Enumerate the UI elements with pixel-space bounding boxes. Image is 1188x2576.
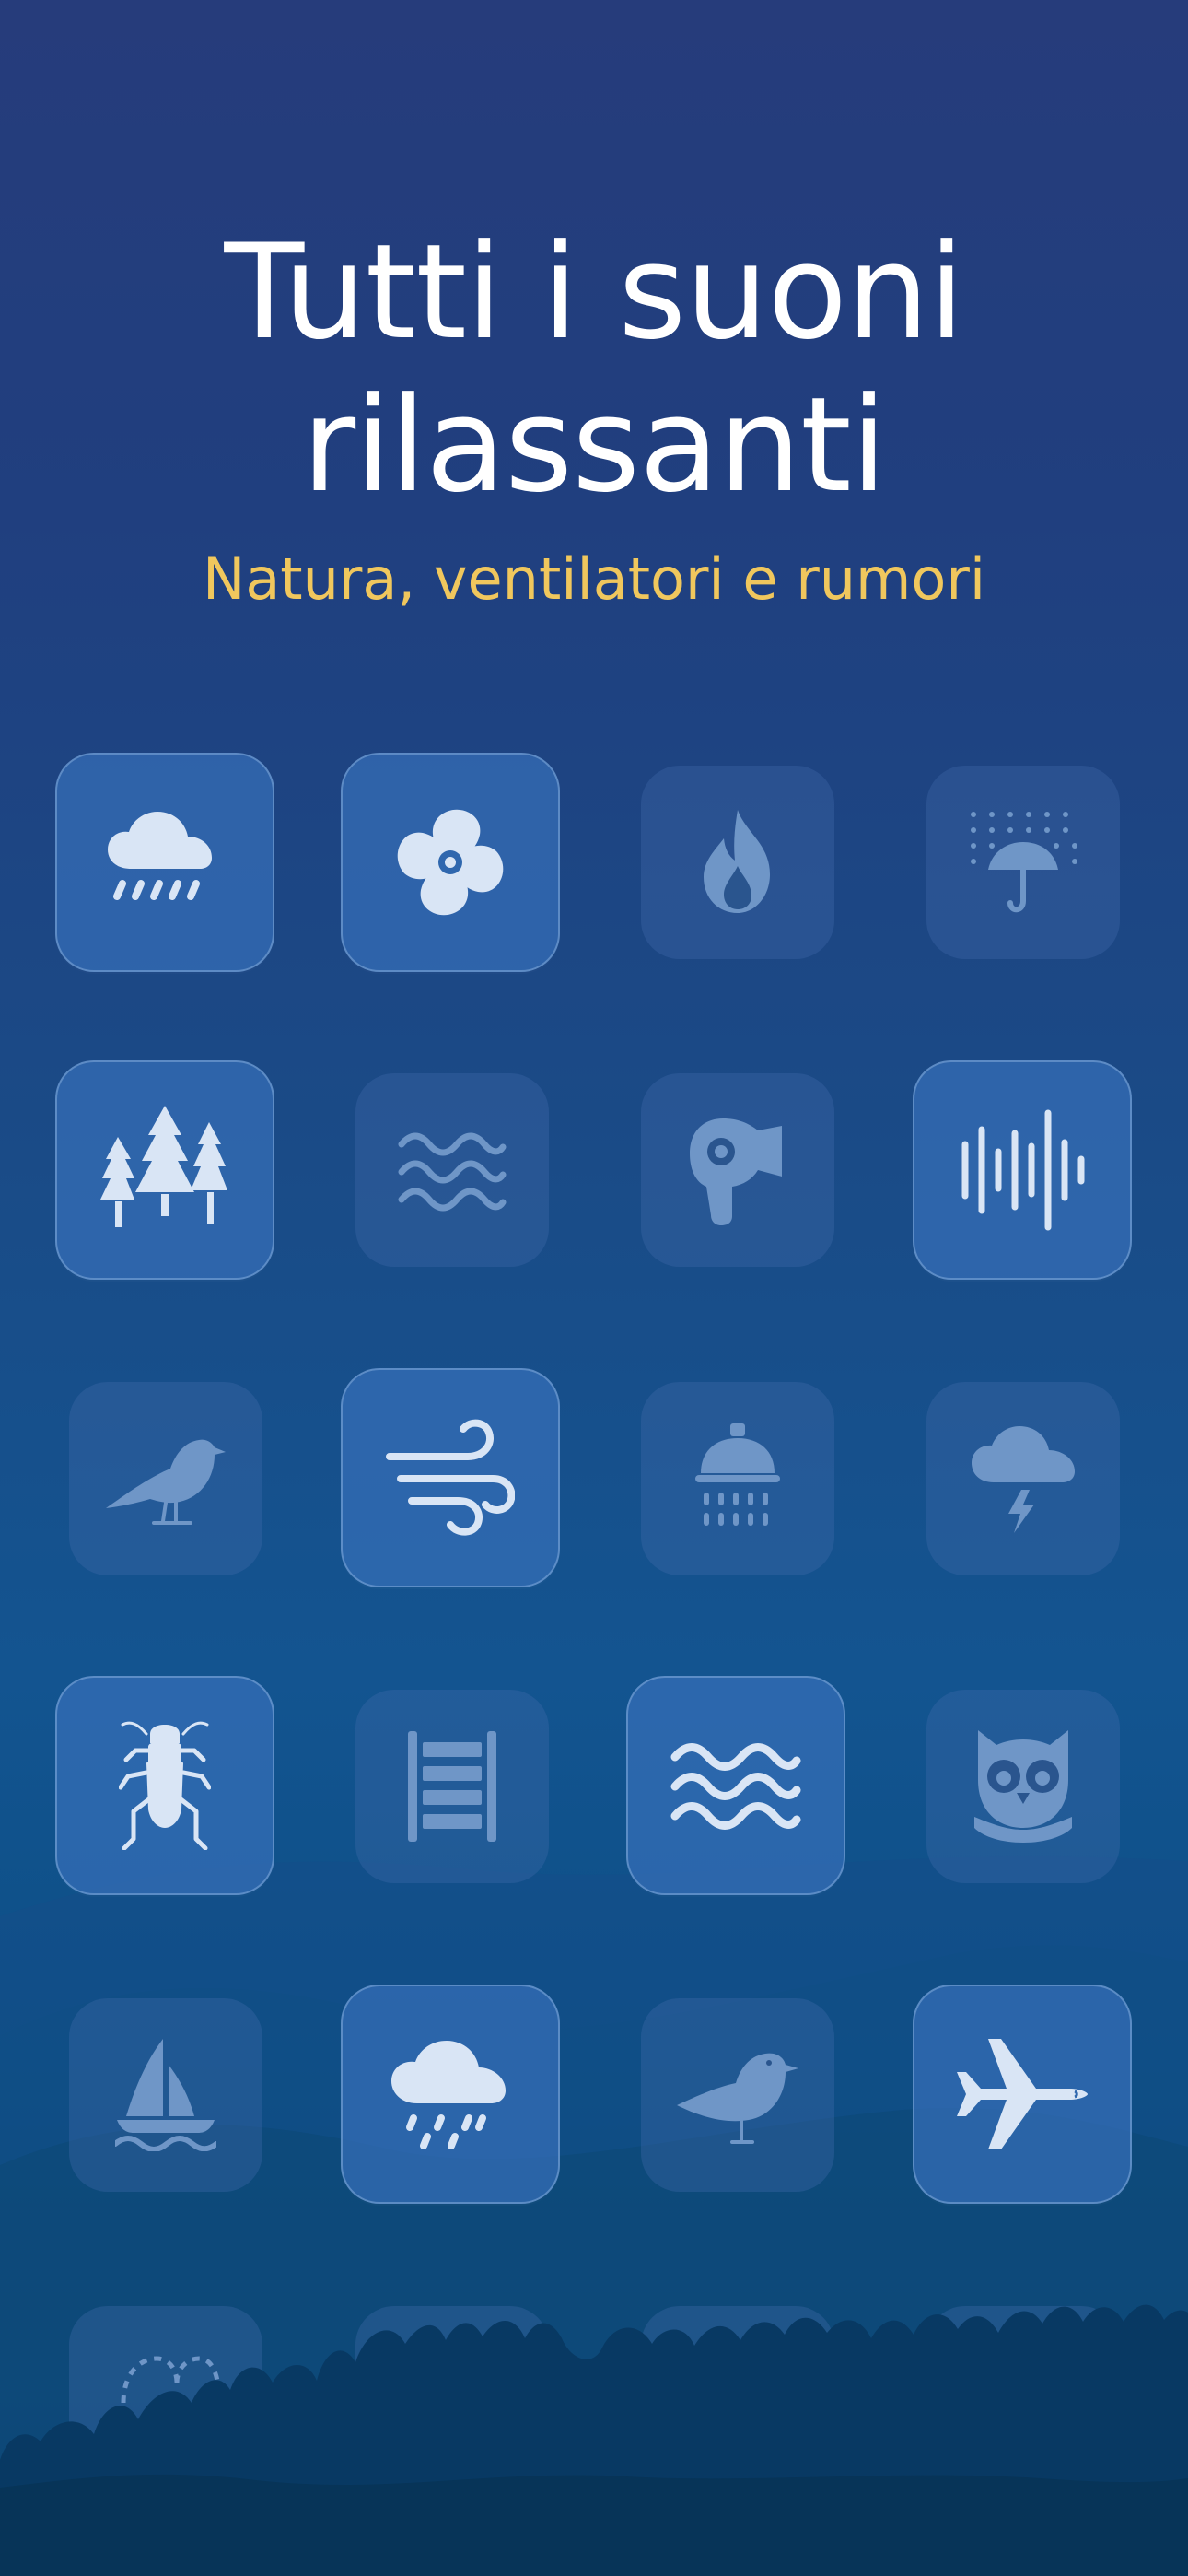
bottom-tile-4[interactable] xyxy=(926,2306,1120,2500)
white-noise-tile[interactable] xyxy=(913,1060,1132,1280)
fire-icon xyxy=(704,809,770,913)
sound-wave-icon xyxy=(961,1109,1085,1231)
forest-tile[interactable] xyxy=(55,1060,274,1280)
seagull-icon xyxy=(677,2053,798,2144)
bird-icon xyxy=(106,1439,226,1525)
hair-dryer-tile[interactable] xyxy=(641,1073,834,1267)
railway-icon xyxy=(408,1731,496,1842)
owl-icon xyxy=(974,1730,1072,1843)
owl-tile[interactable] xyxy=(926,1690,1120,1883)
seagull-tile[interactable] xyxy=(641,1998,834,2192)
ocean-waves-icon xyxy=(670,1743,801,1830)
bottom-tile-2[interactable] xyxy=(355,2306,549,2500)
wind-tile[interactable] xyxy=(341,1368,560,1587)
fan-icon xyxy=(397,809,504,916)
light-rain-tile[interactable] xyxy=(341,1985,560,2204)
fountain-tile[interactable] xyxy=(69,2306,262,2500)
title-line-1: Tutti i suoni xyxy=(224,217,964,369)
title-line-2: rilassanti xyxy=(301,369,887,521)
forest-icon xyxy=(100,1106,227,1227)
umbrella-rain-tile[interactable] xyxy=(926,766,1120,959)
light-rain-cloud-icon xyxy=(391,2041,506,2149)
sailboat-icon xyxy=(115,2039,216,2151)
train-tile[interactable] xyxy=(355,1690,549,1883)
hair-dryer-icon xyxy=(690,1118,782,1225)
rain-cloud-icon xyxy=(108,812,212,900)
thunderstorm-icon xyxy=(972,1426,1075,1533)
sailboat-tile[interactable] xyxy=(69,1998,262,2192)
bird-tile[interactable] xyxy=(69,1382,262,1575)
rain-tile[interactable] xyxy=(55,753,274,972)
airplane-icon xyxy=(957,2039,1088,2149)
water-waves-icon xyxy=(398,1132,507,1212)
fan-tile[interactable] xyxy=(341,753,560,972)
water-tile[interactable] xyxy=(355,1073,549,1267)
airplane-tile[interactable] xyxy=(913,1985,1132,2204)
umbrella-rain-icon xyxy=(971,812,1077,913)
fountain-icon xyxy=(121,2356,221,2404)
shower-icon xyxy=(695,1423,780,1526)
shower-tile[interactable] xyxy=(641,1382,834,1575)
ocean-tile[interactable] xyxy=(626,1676,845,1895)
page-title: Tutti i suoni rilassanti xyxy=(0,217,1188,522)
bottom-tile-3[interactable] xyxy=(641,2306,834,2500)
thunderstorm-tile[interactable] xyxy=(926,1382,1120,1575)
fire-tile[interactable] xyxy=(641,766,834,959)
cricket-icon xyxy=(119,1721,211,1850)
wind-icon xyxy=(386,1419,515,1536)
page-subtitle: Natura, ventilatori e rumori xyxy=(202,545,986,613)
cricket-tile[interactable] xyxy=(55,1676,274,1895)
